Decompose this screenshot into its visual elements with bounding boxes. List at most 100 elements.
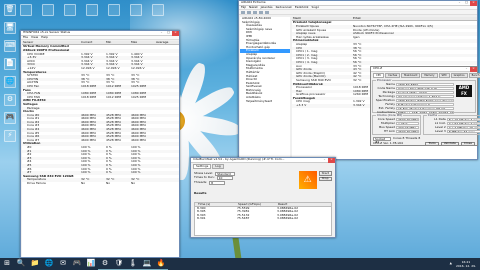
aida-menu-item[interactable]: Súgó <box>312 5 320 9</box>
tools-button[interactable]: Tools <box>425 141 439 147</box>
app-icon-7[interactable] <box>152 4 164 16</box>
tab-settings[interactable]: Settings <box>193 164 212 170</box>
clock[interactable]: 16:21 2016. 12. 29. <box>456 260 476 268</box>
hwinfo-col-header[interactable]: Current <box>80 41 105 44</box>
taskbar-app-icon[interactable]: ⚙ <box>98 258 112 270</box>
validate-button[interactable]: Validate <box>440 141 459 147</box>
aida-menu-item[interactable]: Eszközök <box>295 5 309 9</box>
threads-select[interactable]: 8 <box>209 180 226 185</box>
app-icon-2[interactable] <box>42 4 54 16</box>
document-icon[interactable]: 📄 <box>4 58 16 70</box>
times-input[interactable]: 10 <box>216 176 233 181</box>
cpuz-close-button[interactable]: Close <box>460 141 475 147</box>
settings-icon[interactable]: ⚙ <box>4 94 16 106</box>
taskbar-app-icon[interactable]: 📊 <box>84 258 98 270</box>
minimize-button[interactable]: – <box>463 66 470 72</box>
aida-field: +3.3 V <box>296 104 307 108</box>
close-button[interactable]: × <box>470 66 477 72</box>
aida-menu-item[interactable]: Fájl <box>241 5 246 9</box>
stress-select[interactable]: Standard <box>215 171 236 176</box>
minimize-button[interactable]: – <box>158 31 165 36</box>
hwinfo-sensor-grid[interactable]: Sensor Current Min Max Average Virtual Memor… <box>22 41 179 257</box>
hwinfo-menu-item[interactable]: File <box>23 35 28 39</box>
ibt-cell: 75.5487 <box>237 217 250 220</box>
start-button[interactable]: Start <box>318 171 332 176</box>
game-icon[interactable]: 🎮 <box>4 112 16 124</box>
hwinfo-cell: No <box>81 181 86 185</box>
cpuz-tab[interactable]: Mainboard <box>401 73 421 79</box>
threads-label: Threads: <box>194 179 208 184</box>
start-button[interactable]: ⊞ <box>0 258 14 270</box>
app-icon-1[interactable] <box>20 4 32 16</box>
warning-icon: ⚠ <box>298 171 317 190</box>
app-icon-6[interactable] <box>130 4 142 16</box>
ibt-col-header[interactable]: Time (s) <box>197 203 237 206</box>
forward-icon[interactable] <box>247 10 251 14</box>
hwinfo-menu-item[interactable]: Help <box>41 35 48 39</box>
close-button[interactable]: × <box>328 158 335 163</box>
app-icon-5[interactable] <box>108 4 120 16</box>
network-icon[interactable]: ▲ <box>450 261 452 265</box>
cpuz-version: CPU-Z Ver. 1.78.x64 <box>373 141 403 146</box>
ibt-tabs: Settings Log <box>191 163 335 170</box>
minimize-button[interactable]: – <box>321 158 328 163</box>
report-icon[interactable] <box>265 10 269 14</box>
close-button[interactable]: × <box>172 31 179 36</box>
maximize-button[interactable]: □ <box>165 31 172 36</box>
ibt-title: IntelBurnTest v2.54 - by AgentGOD (Runni… <box>193 158 285 162</box>
recycle-bin-icon[interactable]: 🗑 <box>4 4 16 16</box>
back-icon[interactable] <box>241 10 245 14</box>
aida-menu-item[interactable]: Kedvencek <box>276 5 292 9</box>
hwinfo-menu-item[interactable]: View <box>31 35 38 39</box>
cpuz-tab[interactable]: Bench <box>468 73 480 79</box>
browser-icon[interactable]: 🌐 <box>4 76 16 88</box>
maximize-button[interactable]: □ <box>463 1 470 6</box>
aida-col-header[interactable]: Mező <box>292 17 352 20</box>
tab-log[interactable]: Log <box>212 164 224 170</box>
aida64-tree[interactable]: AIDA64 v5.80.4000 Számítógép Összesítés Szá… <box>240 17 290 159</box>
computer-icon[interactable]: 🖥 <box>4 22 16 34</box>
hwinfo-sensor-row[interactable]: Drive Failure No No No <box>22 182 179 186</box>
keyboard-icon[interactable]: ⌨ <box>4 40 16 52</box>
ibt-col-header[interactable]: Result <box>277 203 327 206</box>
ibt-cell: 3.088496e-02 <box>277 217 299 220</box>
taskbar-app-icon[interactable]: 🔍 <box>14 258 28 270</box>
taskbar-app-icon[interactable]: 🔥 <box>154 258 168 270</box>
ibt-results-grid[interactable]: Time (s) Speed (GFlops) Result 8.390 75.559… <box>194 202 332 236</box>
aida-menu-item[interactable]: Nézet <box>249 5 258 9</box>
app-icon-3[interactable] <box>64 4 76 16</box>
aida-menu-item[interactable]: Jelentés <box>261 5 273 9</box>
ibt-col-header[interactable]: Speed (GFlops) <box>237 203 277 206</box>
taskbar-app-icon[interactable]: 🎮 <box>70 258 84 270</box>
minimize-button[interactable]: – <box>456 1 463 6</box>
taskbar-app-icon[interactable]: 📁 <box>28 258 42 270</box>
cpuz-window[interactable]: CPU-Z – × CPU Caches Mainboard Memory SPD Gra… <box>370 66 480 147</box>
aida64-toolbar <box>239 10 477 15</box>
hwinfo-col-header[interactable]: Sensor <box>22 41 80 44</box>
cpuz-field-label: Level 3 <box>435 128 446 133</box>
close-button[interactable]: × <box>470 1 477 6</box>
hwinfo-col-header[interactable]: Max <box>130 41 155 44</box>
power-icon[interactable]: ⚡ <box>4 130 16 142</box>
hwinfo-col-header[interactable]: Average <box>155 41 175 44</box>
cpuz-tab[interactable]: Memory <box>421 73 438 79</box>
aida-col-header[interactable]: Érték <box>352 17 472 20</box>
up-icon[interactable] <box>253 10 257 14</box>
stop-button[interactable]: Stop <box>318 176 332 182</box>
taskbar-app-icon[interactable]: 💻 <box>140 258 154 270</box>
aida-tree-item[interactable]: Teljesítményteszt <box>240 99 290 104</box>
taskbar-app-icon[interactable]: ✉ <box>56 258 70 270</box>
taskbar-app-icon[interactable]: 🌐 <box>42 258 56 270</box>
cpuz-tab[interactable]: Graphics <box>450 73 468 79</box>
hwinfo-col-header[interactable]: Min <box>105 41 130 44</box>
refresh-icon[interactable] <box>259 10 263 14</box>
ibt-result-row: 8.391 75.5487 3.088496e-02 <box>195 217 331 221</box>
cpuz-field-value: MMX(+), SSE, SSE2, SSE3, SSSE3, SSE4.1, … <box>396 110 454 115</box>
hwinfo-cell: No <box>131 181 136 185</box>
app-icon-4[interactable] <box>86 4 98 16</box>
taskbar-app-icon[interactable]: 🛡 <box>112 258 126 270</box>
cpuz-tab[interactable]: SPD <box>438 73 450 79</box>
taskbar-app-icon[interactable]: 🌡 <box>126 258 140 270</box>
intelburntest-window[interactable]: IntelBurnTest v2.54 - by AgentGOD (Runni… <box>190 157 336 238</box>
hwinfo-window[interactable]: HWiNFO64 v5.xx Sensor Status – □ × File V… <box>20 30 180 258</box>
